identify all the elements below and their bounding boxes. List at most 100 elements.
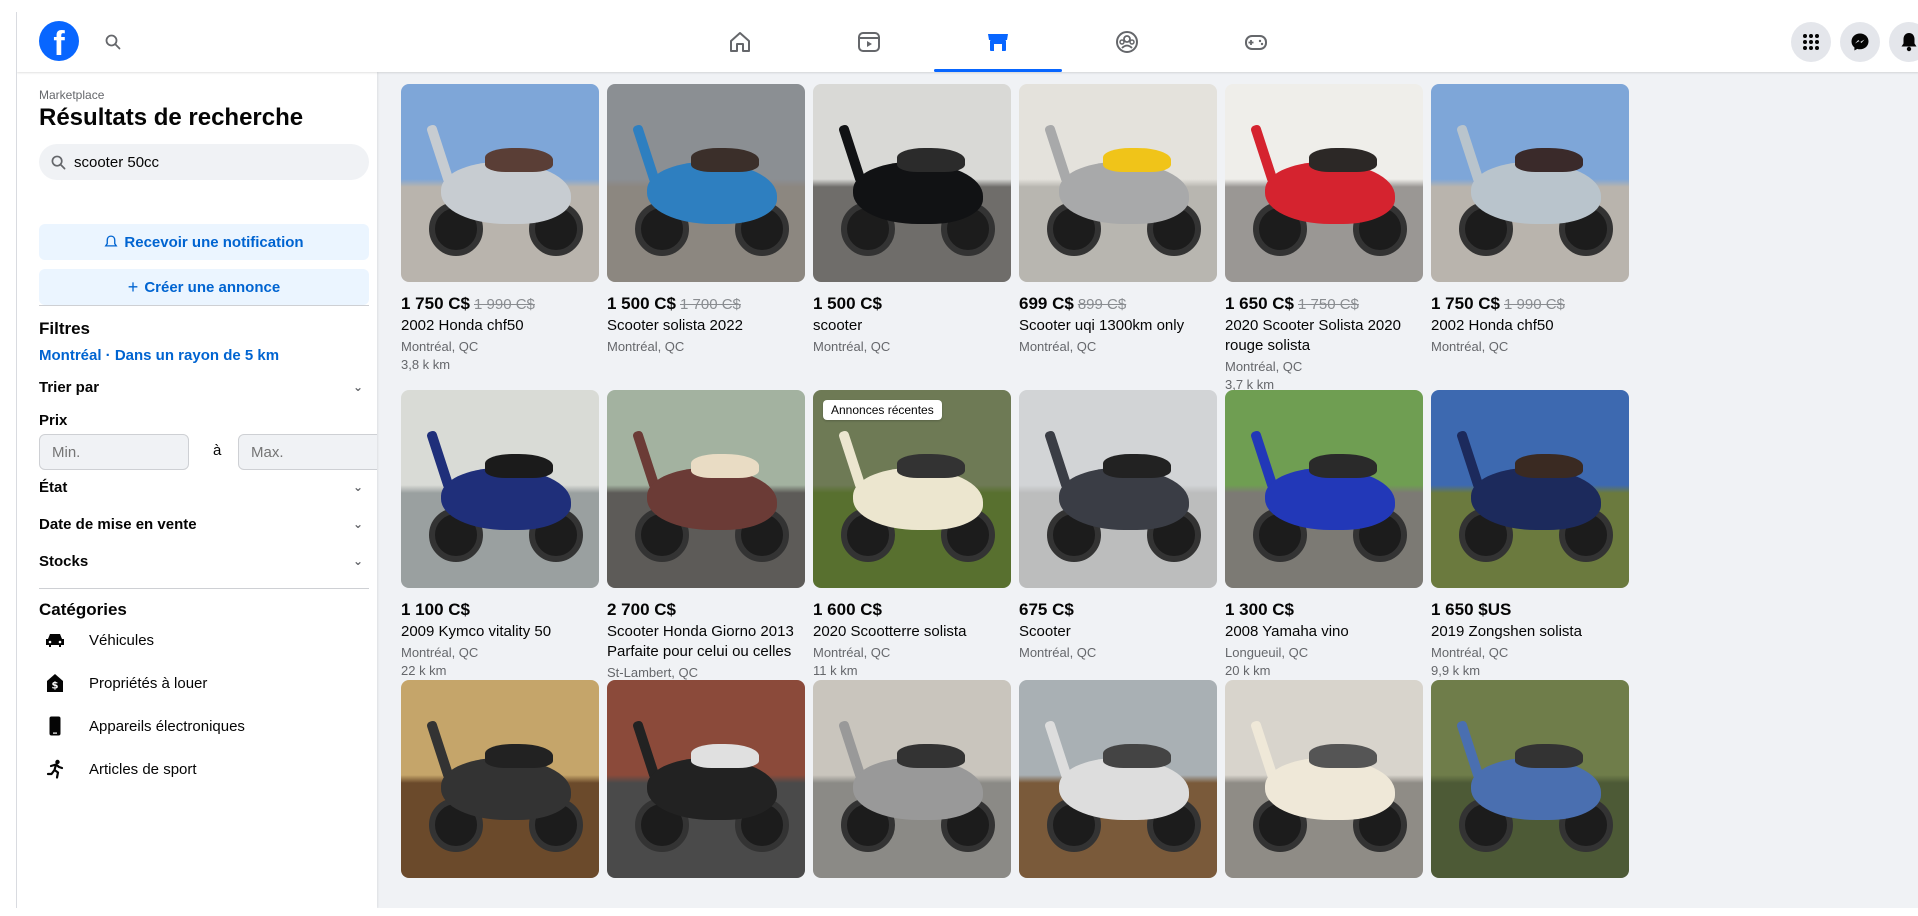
price-min-input[interactable]	[39, 434, 189, 470]
notify-button[interactable]: Recevoir une notification	[39, 224, 369, 260]
video-icon[interactable]	[805, 12, 933, 72]
scooter-seat-shape	[485, 744, 553, 768]
listing-price: 1 100 C$	[401, 600, 599, 620]
listing-card[interactable]: Annonces récentes 1 600 C$ 2020 Scootterre…	[813, 390, 1011, 680]
facebook-logo[interactable]: f	[39, 21, 79, 61]
listing-card[interactable]: 1 500 C$ 1 700 C$ Scooter solista 2022 Mont…	[607, 84, 805, 356]
scooter-seat-shape	[485, 148, 553, 172]
listing-card[interactable]	[1019, 680, 1217, 878]
category-label: Articles de sport	[89, 760, 197, 778]
category-property-rentals[interactable]: $ Propriétés à louer	[39, 663, 369, 703]
bell-icon[interactable]	[1889, 22, 1918, 62]
state-dropdown[interactable]: État ⌄	[39, 476, 369, 498]
listing-photo[interactable]	[813, 680, 1011, 878]
category-label: Appareils électroniques	[89, 717, 245, 735]
messenger-icon[interactable]	[1840, 22, 1880, 62]
listing-location: Montréal, QC	[813, 339, 891, 354]
listing-card[interactable]	[1431, 680, 1629, 878]
current-price: 675 C$	[1019, 600, 1074, 619]
current-price: 1 650 $US	[1431, 600, 1512, 619]
listing-location: Montréal, QC	[1431, 339, 1509, 354]
listing-card[interactable]: 1 650 $US 2019 Zongshen solista Montréal, …	[1431, 390, 1629, 680]
listing-photo[interactable]	[1431, 680, 1629, 878]
listing-price: 2 700 C$	[607, 600, 805, 620]
listing-card[interactable]: 1 750 C$ 1 990 C$ 2002 Honda chf50 Montréal…	[1431, 84, 1629, 356]
chevron-down-icon: ⌄	[352, 554, 363, 568]
listing-title: Scooter	[1019, 623, 1071, 640]
create-listing-button[interactable]: + Créer une annonce	[39, 269, 369, 305]
search-input-value: scooter 50cc	[74, 153, 160, 171]
listing-card[interactable]: 675 C$ Scooter Montréal, QC	[1019, 390, 1217, 662]
notify-button-label: Recevoir une notification	[124, 233, 304, 251]
svg-text:$: $	[52, 681, 59, 692]
listing-photo[interactable]	[1431, 390, 1629, 588]
listing-price: 1 600 C$	[813, 600, 1011, 620]
listing-price: 675 C$	[1019, 600, 1217, 620]
listing-photo[interactable]	[401, 390, 599, 588]
listing-photo[interactable]	[1225, 680, 1423, 878]
listing-location: Montréal, QC	[401, 645, 479, 660]
scooter-seat-shape	[1515, 148, 1583, 172]
listing-card[interactable]	[401, 680, 599, 878]
listing-price: 1 650 $US	[1431, 600, 1629, 620]
category-electronics[interactable]: Appareils électroniques	[39, 706, 369, 746]
listing-card[interactable]: 1 100 C$ 2009 Kymco vitality 50 Montréal, …	[401, 390, 599, 680]
listing-price: 1 500 C$ 1 700 C$	[607, 294, 805, 314]
category-vehicles[interactable]: Véhicules	[39, 620, 369, 660]
listing-card[interactable]: 1 750 C$ 1 990 C$ 2002 Honda chf50 Montréal…	[401, 84, 599, 374]
search-icon	[51, 155, 66, 169]
listing-title: Scooter Honda Giorno 2013 Parfaite pour …	[607, 623, 794, 660]
listing-photo[interactable]	[1019, 680, 1217, 878]
listing-photo[interactable]	[607, 680, 805, 878]
search-icon[interactable]	[95, 24, 131, 60]
listing-title: 2020 Scooter Solista 2020 rouge solista	[1225, 317, 1401, 354]
listing-card[interactable]	[1225, 680, 1423, 878]
listing-card[interactable]	[607, 680, 805, 878]
listing-mileage: 22 k km	[401, 663, 447, 678]
listing-title: 2009 Kymco vitality 50	[401, 623, 552, 640]
groups-icon[interactable]	[1063, 12, 1191, 72]
listing-card[interactable]	[813, 680, 1011, 878]
breadcrumb[interactable]: Marketplace	[39, 88, 104, 102]
listing-photo[interactable]: Annonces récentes	[813, 390, 1011, 588]
listing-card[interactable]: 1 300 C$ 2008 Yamaha vino Longueuil, QC 20 …	[1225, 390, 1423, 680]
search-input[interactable]: scooter 50cc	[39, 144, 369, 180]
listing-photo[interactable]	[607, 390, 805, 588]
create-listing-label: Créer une annonce	[144, 278, 281, 296]
scooter-seat-shape	[1515, 454, 1583, 478]
listing-photo[interactable]	[1019, 84, 1217, 282]
listing-location: Montréal, QC	[813, 645, 891, 660]
sort-dropdown[interactable]: Trier par ⌄	[39, 376, 369, 398]
scooter-seat-shape	[691, 744, 759, 768]
listing-photo[interactable]	[1019, 390, 1217, 588]
listing-photo[interactable]	[813, 84, 1011, 282]
price-separator: à	[213, 442, 222, 459]
scooter-seat-shape	[485, 454, 553, 478]
listing-photo[interactable]	[401, 84, 599, 282]
marketplace-icon[interactable]	[934, 12, 1062, 72]
listing-card[interactable]: 1 650 C$ 1 750 C$ 2020 Scooter Solista 202…	[1225, 84, 1423, 394]
listing-photo[interactable]	[1225, 390, 1423, 588]
home-icon[interactable]	[676, 12, 804, 72]
chevron-down-icon: ⌄	[352, 480, 363, 494]
listing-title: scooter	[813, 317, 863, 334]
browser-viewport: f Marketplace Résultats de recherche sco…	[16, 12, 1918, 908]
scooter-seat-shape	[1103, 744, 1171, 768]
listing-photo[interactable]	[1225, 84, 1423, 282]
scooter-seat-shape	[897, 454, 965, 478]
location-filter-link[interactable]: Montréal · Dans un rayon de 5 km	[39, 347, 279, 364]
stock-dropdown[interactable]: Stocks ⌄	[39, 550, 369, 572]
listing-location: Montréal, QC	[1431, 645, 1509, 660]
menu-grid-icon[interactable]	[1791, 22, 1831, 62]
listing-card[interactable]: 699 C$ 899 C$ Scooter uqi 1300km only Montr…	[1019, 84, 1217, 356]
listing-card[interactable]: 2 700 C$ Scooter Honda Giorno 2013 Parfai…	[607, 390, 805, 682]
listing-photo[interactable]	[607, 84, 805, 282]
listing-photo[interactable]	[401, 680, 599, 878]
gaming-icon[interactable]	[1192, 12, 1320, 72]
category-sports[interactable]: Articles de sport	[39, 749, 369, 789]
price-max-input[interactable]	[238, 434, 377, 470]
date-listed-dropdown[interactable]: Date de mise en vente ⌄	[39, 513, 369, 535]
listing-card[interactable]: 1 500 C$ scooter Montréal, QC	[813, 84, 1011, 356]
price-label: Prix	[39, 412, 68, 429]
listing-photo[interactable]	[1431, 84, 1629, 282]
